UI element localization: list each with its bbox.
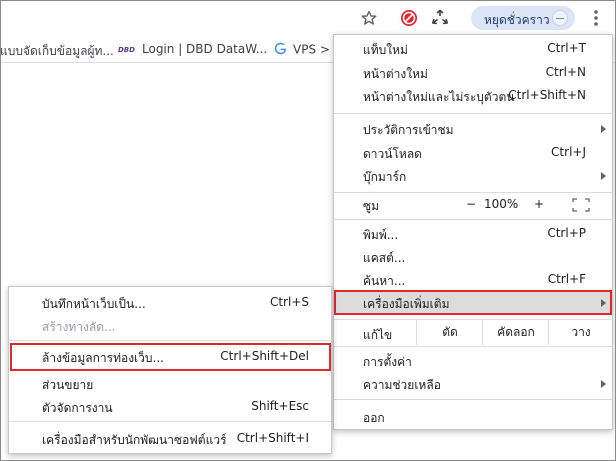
menu-divider — [9, 340, 331, 341]
submenu-item-clear-browsing-data[interactable]: ล้างข้อมูลการท่องเว็บ... Ctrl+Shift+Del — [9, 345, 331, 368]
submenu-item-task-manager[interactable]: ตัวจัดการงาน Shift+Esc — [9, 395, 331, 418]
profile-chip[interactable]: หยุดชั่วคราว — [471, 6, 575, 30]
menu-item-cast[interactable]: แคสต์... — [334, 245, 612, 268]
menu-item-label: ความช่วยเหลือ — [363, 378, 441, 392]
submenu-item-extensions[interactable]: ส่วนขยาย — [9, 372, 331, 395]
submenu-item-save-page[interactable]: บันทึกหน้าเว็บเป็น... Ctrl+S — [9, 291, 331, 314]
bookmark-label: Login | DBD DataW... — [142, 42, 268, 56]
zoom-out-button[interactable]: − — [458, 193, 484, 216]
menu-item-find[interactable]: ค้นหา... Ctrl+F — [334, 268, 612, 291]
paste-button[interactable]: วาง — [548, 320, 613, 345]
menu-item-downloads[interactable]: ดาวน์โหลด Ctrl+J — [334, 141, 612, 164]
bookmark-item[interactable]: VPS > — [274, 42, 330, 58]
menu-item-history[interactable]: ประวัติการเข้าชม — [334, 117, 612, 140]
shortcut-label: Ctrl+Shift+N — [508, 88, 586, 102]
menu-item-label: แท็บใหม่ — [363, 43, 408, 57]
recycle-extension-icon[interactable] — [428, 6, 452, 30]
menu-item-bookmarks[interactable]: บุ๊กมาร์ก — [334, 164, 612, 187]
menu-divider — [334, 113, 612, 114]
menu-item-label: ตัวจัดการงาน — [42, 401, 113, 415]
submenu-arrow-icon — [601, 172, 606, 180]
menu-item-label: หน้าต่างใหม่ — [363, 67, 428, 81]
profile-status-label: หยุดชั่วคราว — [484, 13, 550, 27]
menu-divider — [334, 399, 612, 400]
svg-text:DBD: DBD — [118, 46, 135, 54]
bookmark-star-icon[interactable] — [357, 6, 381, 30]
menu-item-settings[interactable]: การตั้งค่า — [334, 349, 612, 372]
menu-item-print[interactable]: พิมพ์... Ctrl+P — [334, 222, 612, 245]
menu-item-new-tab[interactable]: แท็บใหม่ Ctrl+T — [334, 37, 612, 60]
menu-item-label: บันทึกหน้าเว็บเป็น... — [42, 297, 146, 311]
menu-item-label: บุ๊กมาร์ก — [363, 170, 407, 184]
menu-item-label: ส่วนขยาย — [42, 378, 94, 392]
fullscreen-icon[interactable] — [572, 198, 590, 212]
zoom-level-value: 100% — [484, 197, 519, 211]
menu-divider — [334, 346, 612, 347]
menu-item-incognito[interactable]: หน้าต่างใหม่และไม่ระบุตัวตน Ctrl+Shift+N — [334, 84, 612, 107]
more-options-icon[interactable] — [584, 6, 608, 30]
menu-item-label: ออก — [363, 411, 385, 425]
shortcut-label: Ctrl+P — [547, 226, 586, 240]
menu-divider — [9, 421, 331, 422]
menu-item-label: พิมพ์... — [363, 228, 399, 242]
submenu-arrow-icon — [601, 299, 606, 307]
zoom-row: ซูม − 100% + — [334, 193, 612, 216]
dbd-favicon-icon: DBD — [118, 43, 136, 57]
menu-item-exit[interactable]: ออก — [334, 405, 612, 428]
menu-item-label: ค้นหา... — [363, 274, 406, 288]
blocker-extension-icon[interactable] — [397, 6, 421, 30]
browser-toolbar: หยุดชั่วคราว — [0, 0, 616, 36]
zoom-label: ซูม — [363, 199, 380, 213]
menu-item-label: เครื่องมือเพิ่มเติม — [363, 297, 450, 311]
shortcut-label: Ctrl+S — [269, 295, 309, 309]
shortcut-label: Ctrl+Shift+Del — [220, 349, 309, 363]
menu-item-more-tools[interactable]: เครื่องมือเพิ่มเติม — [334, 291, 612, 314]
profile-avatar-icon — [552, 10, 568, 26]
edit-row: แก้ไข ตัด คัดลอก วาง — [334, 320, 612, 345]
copy-button[interactable]: คัดลอก — [482, 320, 549, 345]
menu-item-new-window[interactable]: หน้าต่างใหม่ Ctrl+N — [334, 61, 612, 84]
submenu-item-create-shortcut: สร้างทางลัด... — [9, 314, 331, 337]
shortcut-label: Ctrl+T — [547, 41, 586, 55]
shortcut-label: Ctrl+F — [547, 272, 586, 286]
shortcut-label: Shift+Esc — [251, 399, 309, 413]
zoom-in-button[interactable]: + — [526, 193, 552, 216]
edit-label: แก้ไข — [363, 328, 393, 342]
submenu-item-developer-tools[interactable]: เครื่องมือสำหรับนักพัฒนาซอฟต์แวร์ Ctrl+S… — [9, 427, 331, 450]
menu-item-help[interactable]: ความช่วยเหลือ — [334, 372, 612, 395]
menu-item-label: ประวัติการเข้าชม — [363, 123, 454, 137]
bookmark-label: VPS > — [293, 42, 330, 57]
menu-item-label: สร้างทางลัด... — [42, 320, 116, 334]
chrome-main-menu: แท็บใหม่ Ctrl+T หน้าต่างใหม่ Ctrl+N หน้า… — [333, 34, 613, 430]
submenu-arrow-icon — [601, 125, 606, 133]
google-favicon-icon — [274, 42, 287, 58]
menu-item-label: แคสต์... — [363, 251, 406, 265]
shortcut-label: Ctrl+Shift+I — [236, 431, 309, 445]
more-tools-submenu: บันทึกหน้าเว็บเป็น... Ctrl+S สร้างทางลัด… — [8, 286, 332, 454]
menu-item-label: เครื่องมือสำหรับนักพัฒนาซอฟต์แวร์ — [42, 433, 227, 447]
shortcut-label: Ctrl+J — [551, 145, 586, 159]
bookmark-label: แบบจัดเก็บข้อมูลผู้ท... — [0, 44, 114, 58]
menu-item-label: หน้าต่างใหม่และไม่ระบุตัวตน — [363, 90, 515, 104]
menu-item-label: ดาวน์โหลด — [363, 147, 422, 161]
bookmark-item[interactable]: แบบจัดเก็บข้อมูลผู้ท... — [0, 42, 114, 61]
submenu-arrow-icon — [601, 380, 606, 388]
menu-item-label: การตั้งค่า — [363, 355, 412, 369]
bookmark-item[interactable]: DBD Login | DBD DataW... — [118, 42, 267, 57]
menu-divider — [334, 219, 612, 220]
menu-item-label: ล้างข้อมูลการท่องเว็บ... — [42, 351, 164, 365]
cut-button[interactable]: ตัด — [416, 320, 483, 345]
shortcut-label: Ctrl+N — [545, 65, 586, 79]
